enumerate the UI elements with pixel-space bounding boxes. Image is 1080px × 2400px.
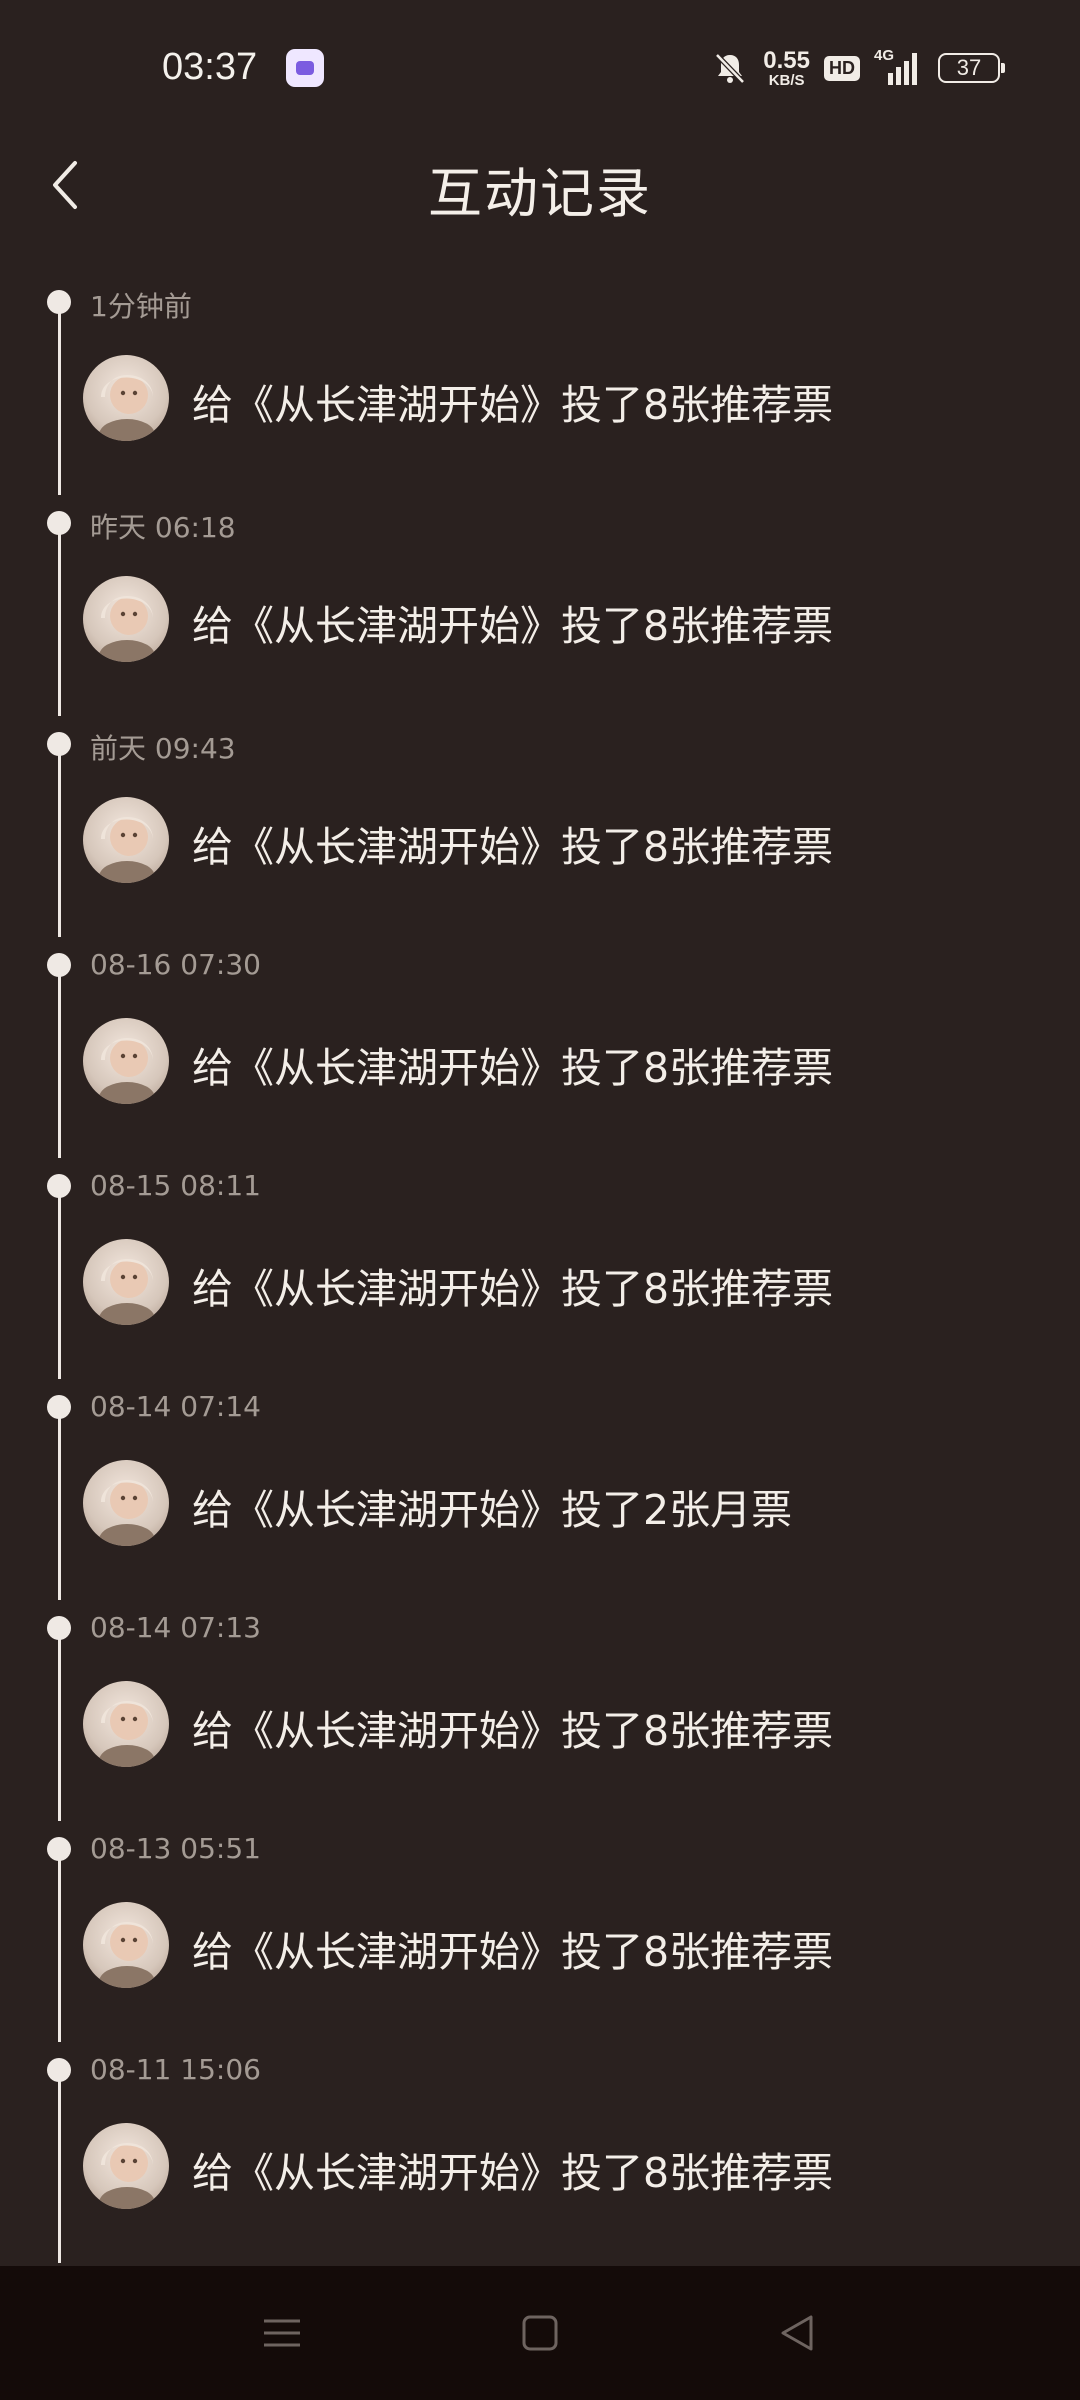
timeline-entry[interactable]: 昨天 06:18 给《从长津湖开始》投了8张推荐票 bbox=[0, 496, 1080, 717]
avatar[interactable] bbox=[83, 1681, 169, 1767]
entry-text: 给《从长津湖开始》投了8张推荐票 bbox=[192, 823, 834, 871]
back-nav-button[interactable] bbox=[772, 2308, 822, 2358]
avatar[interactable] bbox=[83, 797, 169, 883]
status-icons: 0.55 KB/S HD 4G 37 bbox=[711, 46, 1005, 89]
timeline-line bbox=[58, 747, 61, 937]
home-button[interactable] bbox=[515, 2308, 565, 2358]
timeline-entry[interactable]: 08-11 15:06 给《从长津湖开始》投了8张推荐票 bbox=[0, 2043, 1080, 2264]
timeline-dot bbox=[47, 511, 71, 535]
timeline-line bbox=[58, 1631, 61, 1821]
entry-text: 给《从长津湖开始》投了8张推荐票 bbox=[192, 1928, 834, 1976]
entry-text: 给《从长津湖开始》投了8张推荐票 bbox=[192, 1707, 834, 1755]
home-square-icon bbox=[522, 2315, 558, 2351]
navigation-bar bbox=[0, 2266, 1080, 2400]
avatar[interactable] bbox=[83, 355, 169, 441]
entry-text: 给《从长津湖开始》投了8张推荐票 bbox=[192, 1044, 834, 1092]
avatar[interactable] bbox=[83, 1460, 169, 1546]
speed-value: 0.55 bbox=[763, 46, 810, 74]
timeline-line bbox=[58, 305, 61, 495]
timeline-entry[interactable]: 1分钟前 给《从长津湖开始》投了8张推荐票 bbox=[0, 275, 1080, 496]
app-notification-icon bbox=[286, 49, 324, 87]
timeline-entry[interactable]: 08-15 08:11 给《从长津湖开始》投了8张推荐票 bbox=[0, 1159, 1080, 1380]
entry-time: 08-14 07:14 bbox=[90, 1390, 261, 1423]
entry-text: 给《从长津湖开始》投了8张推荐票 bbox=[192, 2149, 834, 2197]
entry-time: 1分钟前 bbox=[90, 290, 192, 323]
menu-button[interactable] bbox=[257, 2308, 307, 2358]
avatar[interactable] bbox=[83, 576, 169, 662]
timeline-entry[interactable]: 08-14 07:13 给《从长津湖开始》投了8张推荐票 bbox=[0, 1601, 1080, 1822]
entry-time: 前天 09:43 bbox=[90, 732, 236, 765]
back-triangle-icon bbox=[781, 2315, 813, 2351]
network-speed: 0.55 KB/S bbox=[763, 46, 810, 89]
timeline-dot bbox=[47, 2058, 71, 2082]
timeline-line bbox=[58, 968, 61, 1158]
entry-time: 昨天 06:18 bbox=[90, 511, 236, 544]
screen: 03:37 0.55 KB/S HD 4G 37 互动记录 1分钟前 给《从长津… bbox=[0, 0, 1080, 2400]
timeline-dot bbox=[47, 1616, 71, 1640]
timeline-dot bbox=[47, 290, 71, 314]
entry-time: 08-11 15:06 bbox=[90, 2053, 261, 2086]
timeline-line bbox=[58, 1410, 61, 1600]
avatar[interactable] bbox=[83, 1239, 169, 1325]
avatar[interactable] bbox=[83, 1018, 169, 1104]
entry-text: 给《从长津湖开始》投了8张推荐票 bbox=[192, 602, 834, 650]
status-time: 03:37 bbox=[162, 46, 258, 88]
timeline-line bbox=[58, 1189, 61, 1379]
entry-time: 08-13 05:51 bbox=[90, 1832, 261, 1865]
mute-bell-icon bbox=[715, 53, 746, 84]
entry-time: 08-16 07:30 bbox=[90, 948, 261, 981]
menu-icon bbox=[264, 2319, 300, 2347]
timeline-line bbox=[58, 526, 61, 716]
timeline-dot bbox=[47, 1395, 71, 1419]
timeline-line bbox=[58, 1852, 61, 2042]
battery-level: 37 bbox=[956, 55, 982, 80]
signal-icon: 4G bbox=[874, 47, 924, 87]
timeline-dot bbox=[47, 953, 71, 977]
speed-unit: KB/S bbox=[768, 71, 805, 89]
page-title: 互动记录 bbox=[428, 162, 652, 225]
entry-time: 08-14 07:13 bbox=[90, 1611, 261, 1644]
battery-icon: 37 bbox=[938, 53, 1005, 83]
timeline-entry[interactable]: 08-16 07:30 给《从长津湖开始》投了8张推荐票 bbox=[0, 938, 1080, 1159]
avatar[interactable] bbox=[83, 2123, 169, 2209]
entry-text: 给《从长津湖开始》投了8张推荐票 bbox=[192, 381, 834, 429]
status-bar: 03:37 0.55 KB/S HD 4G 37 bbox=[0, 0, 1080, 135]
timeline-entry[interactable]: 前天 09:43 给《从长津湖开始》投了8张推荐票 bbox=[0, 717, 1080, 938]
timeline-entry[interactable]: 08-14 07:14 给《从长津湖开始》投了2张月票 bbox=[0, 1380, 1080, 1601]
timeline-entry[interactable]: 08-13 05:51 给《从长津湖开始》投了8张推荐票 bbox=[0, 1822, 1080, 2043]
timeline-dot bbox=[47, 732, 71, 756]
header: 互动记录 bbox=[0, 135, 1080, 235]
timeline: 1分钟前 给《从长津湖开始》投了8张推荐票 昨天 06:18 给《从长津湖开始》… bbox=[0, 275, 1080, 2264]
avatar[interactable] bbox=[83, 1902, 169, 1988]
entry-text: 给《从长津湖开始》投了2张月票 bbox=[192, 1486, 793, 1534]
timeline-dot bbox=[47, 1174, 71, 1198]
timeline-dot bbox=[47, 1837, 71, 1861]
entry-time: 08-15 08:11 bbox=[90, 1169, 261, 1202]
entry-text: 给《从长津湖开始》投了8张推荐票 bbox=[192, 1265, 834, 1313]
hd-badge: HD bbox=[824, 55, 860, 81]
timeline-line bbox=[58, 2073, 61, 2263]
